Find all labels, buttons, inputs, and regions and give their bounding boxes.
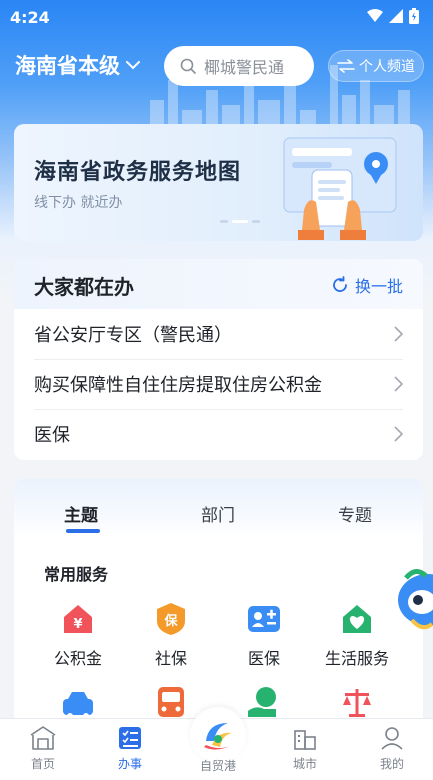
service-label: 医保 bbox=[247, 649, 280, 668]
assistant-mascot-icon[interactable] bbox=[392, 560, 433, 640]
tab-label: 城市 bbox=[292, 757, 317, 771]
region-label: 海南省本级 bbox=[15, 54, 120, 78]
search-icon bbox=[180, 58, 196, 74]
bus-service-icon[interactable] bbox=[153, 685, 189, 721]
popular-services-card: 大家都在办 换一批 省公安厅专区（警民通） 购买保障性自住住房提取住房公积金 医… bbox=[14, 259, 423, 460]
refresh-button[interactable]: 换一批 bbox=[331, 273, 403, 297]
legal-service-icon[interactable] bbox=[339, 685, 375, 721]
tab-label: 首页 bbox=[30, 757, 55, 771]
list-item-label: 医保 bbox=[34, 425, 70, 446]
tab-profile[interactable]: 我的 bbox=[349, 725, 433, 772]
list-item-label: 省公安厅专区（警民通） bbox=[34, 325, 232, 346]
battery-icon bbox=[409, 8, 419, 24]
carousel-indicator bbox=[220, 220, 260, 223]
housing-fund-icon: ¥ bbox=[64, 605, 92, 633]
chevron-right-icon bbox=[394, 426, 403, 442]
services-tabs: 主题 部门 专题 bbox=[14, 479, 423, 539]
free-trade-port-logo-icon bbox=[204, 723, 232, 750]
services-card: 主题 部门 专题 常用服务 ¥ 公积金 保 社保 医保 生活服务 bbox=[14, 479, 423, 739]
status-time: 4:24 bbox=[10, 8, 50, 27]
service-life-service[interactable]: 生活服务 bbox=[312, 601, 402, 669]
chevron-right-icon bbox=[394, 376, 403, 392]
profile-icon bbox=[381, 727, 403, 750]
status-icons bbox=[367, 8, 419, 24]
tab-topic[interactable]: 专题 bbox=[338, 501, 372, 526]
carousel-dot bbox=[220, 220, 228, 223]
search-placeholder: 椰城警民通 bbox=[204, 58, 285, 77]
carousel-dot-active bbox=[232, 220, 248, 223]
switch-icon bbox=[337, 59, 355, 73]
personal-channel-button[interactable]: 个人频道 bbox=[328, 50, 424, 82]
status-bar: 4:24 bbox=[0, 0, 433, 34]
list-item-police-zone[interactable]: 省公安厅专区（警民通） bbox=[14, 309, 423, 359]
tab-label: 办事 bbox=[117, 757, 142, 771]
chevron-down-icon bbox=[126, 61, 140, 70]
list-item-label: 购买保障性自住住房提取住房公积金 bbox=[34, 375, 322, 396]
banner-subtitle: 线下办 就近办 bbox=[34, 195, 123, 211]
carousel-dot bbox=[252, 220, 260, 223]
tab-label: 自贸港 bbox=[199, 759, 236, 773]
tab-department[interactable]: 部门 bbox=[201, 501, 235, 526]
refresh-icon bbox=[333, 276, 347, 292]
tab-label: 我的 bbox=[379, 757, 404, 771]
active-tab-indicator bbox=[66, 529, 100, 533]
list-item-housing-fund-withdrawal[interactable]: 购买保障性自住住房提取住房公积金 bbox=[14, 359, 423, 409]
service-label: 生活服务 bbox=[324, 649, 389, 668]
chevron-right-icon bbox=[394, 326, 403, 342]
city-icon bbox=[294, 730, 316, 750]
signal-icon bbox=[389, 9, 403, 23]
svg-text:保: 保 bbox=[163, 613, 178, 629]
refresh-label: 换一批 bbox=[354, 277, 403, 296]
popular-title: 大家都在办 bbox=[34, 275, 134, 299]
tab-services[interactable]: 办事 bbox=[87, 725, 173, 772]
tab-home[interactable]: 首页 bbox=[0, 725, 86, 772]
tab-city[interactable]: 城市 bbox=[262, 725, 348, 772]
services-icon bbox=[119, 727, 141, 749]
rent-service-icon[interactable] bbox=[246, 685, 282, 721]
banner-title: 海南省政务服务地图 bbox=[34, 160, 242, 185]
service-social-security[interactable]: 保 社保 bbox=[126, 601, 216, 669]
search-input[interactable]: 椰城警民通 bbox=[164, 46, 314, 86]
section-label: 常用服务 bbox=[44, 565, 109, 584]
service-housing-fund[interactable]: ¥ 公积金 bbox=[33, 601, 123, 669]
map-illustration bbox=[283, 137, 397, 240]
top-bar: 海南省本级 椰城警民通 个人频道 bbox=[0, 44, 433, 88]
tab-free-trade-port[interactable] bbox=[190, 707, 246, 763]
medical-insurance-icon bbox=[248, 606, 280, 632]
tab-theme[interactable]: 主题 bbox=[64, 501, 98, 526]
service-label: 社保 bbox=[154, 649, 187, 668]
wifi-icon bbox=[367, 9, 383, 22]
svg-text:¥: ¥ bbox=[73, 617, 82, 632]
list-item-medical-insurance[interactable]: 医保 bbox=[14, 409, 423, 459]
service-label: 公积金 bbox=[53, 649, 102, 668]
region-selector[interactable]: 海南省本级 bbox=[15, 50, 140, 80]
bottom-tab-bar: 首页 办事 自贸港 城市 我的 bbox=[0, 707, 433, 780]
social-security-icon: 保 bbox=[157, 603, 185, 635]
life-service-icon bbox=[343, 605, 371, 633]
service-map-banner[interactable]: 海南省政务服务地图 线下办 就近办 bbox=[14, 124, 423, 241]
home-icon bbox=[30, 726, 56, 750]
service-medical-insurance[interactable]: 医保 bbox=[219, 601, 309, 669]
popular-header: 大家都在办 换一批 bbox=[14, 259, 423, 309]
channel-label: 个人频道 bbox=[359, 59, 415, 75]
